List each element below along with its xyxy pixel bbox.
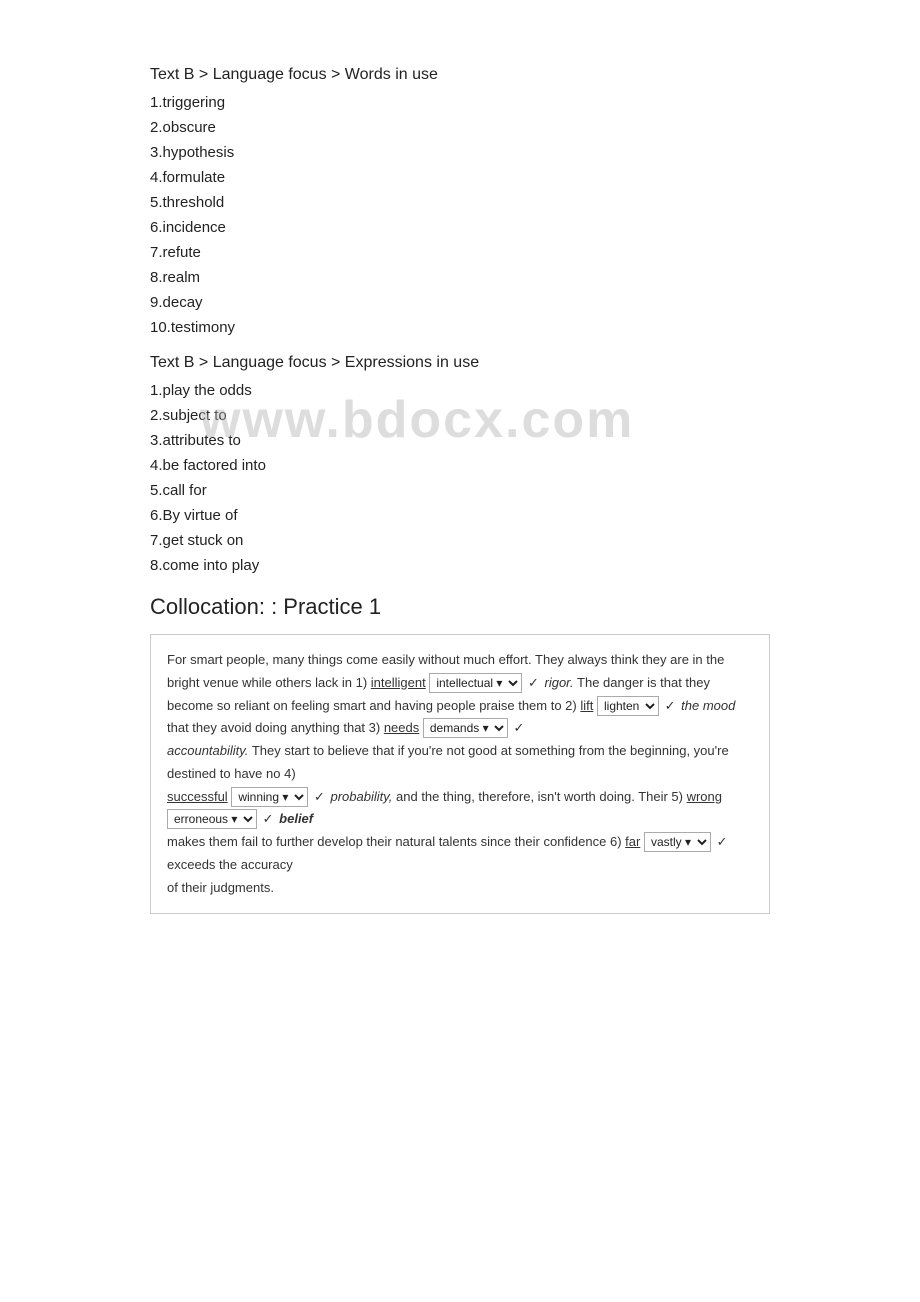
list-item: 4.formulate — [150, 169, 770, 186]
word2-correct: lift — [580, 698, 593, 713]
list-item: 2.obscure — [150, 119, 770, 136]
checkmark3: ✓ — [514, 720, 525, 735]
checkmark4: ✓ — [314, 789, 325, 804]
word1-correct: intelligent — [371, 675, 426, 690]
list-item: 10.testimony — [150, 319, 770, 336]
word2-italic: the mood — [681, 698, 735, 713]
collocation-heading: Collocation: : Practice 1 — [150, 594, 770, 620]
list-item: 6.By virtue of — [150, 507, 770, 524]
list-item: 5.threshold — [150, 194, 770, 211]
list-item: 8.realm — [150, 269, 770, 286]
word4-correct: successful — [167, 789, 228, 804]
list-item: 7.get stuck on — [150, 532, 770, 549]
checkmark2: ✓ — [665, 698, 676, 713]
word6-after: exceeds the accuracy — [167, 857, 293, 872]
word5-select[interactable]: erroneous ▾ — [167, 809, 257, 829]
checkmark5: ✓ — [263, 811, 274, 826]
word4-select[interactable]: winning ▾ — [231, 787, 308, 807]
list-item: 3.attributes to — [150, 432, 770, 449]
list-item: 5.call for — [150, 482, 770, 499]
list-item: 9.decay — [150, 294, 770, 311]
text6: makes them fail to further develop their… — [167, 834, 625, 849]
list-item: 1.play the odds — [150, 382, 770, 399]
word3-select[interactable]: demands ▾ — [423, 718, 508, 738]
section2-heading: Text B > Language focus > Expressions in… — [150, 354, 770, 372]
word1-italic: rigor. — [545, 675, 574, 690]
list-item: 2.subject to — [150, 407, 770, 424]
list-item: 8.come into play — [150, 557, 770, 574]
text3: that they avoid doing anything that 3) — [167, 720, 384, 735]
section1-heading: Text B > Language focus > Words in use — [150, 66, 770, 84]
word6-correct: far — [625, 834, 640, 849]
word3-italic: accountability. — [167, 743, 248, 758]
list-item: 6.incidence — [150, 219, 770, 236]
list-item: 7.refute — [150, 244, 770, 261]
word1-select[interactable]: intellectual ▾ — [429, 673, 522, 693]
text4: They start to believe that if you're not… — [167, 743, 729, 781]
text7: of their judgments. — [167, 880, 274, 895]
word3-correct: needs — [384, 720, 419, 735]
list-item: 1.triggering — [150, 94, 770, 111]
word5-italic: belief — [279, 811, 313, 826]
list-item: 3.hypothesis — [150, 144, 770, 161]
checkmark6: ✓ — [717, 834, 728, 849]
text5: and the thing, therefore, isn't worth do… — [396, 789, 687, 804]
list-item: 4.be factored into — [150, 457, 770, 474]
checkmark1: ✓ — [528, 675, 539, 690]
practice-box: For smart people, many things come easil… — [150, 634, 770, 914]
word2-select[interactable]: lighten — [597, 696, 659, 716]
word4-italic: probability, — [330, 789, 392, 804]
word6-select[interactable]: vastly ▾ — [644, 832, 711, 852]
word5-correct: wrong — [687, 789, 722, 804]
